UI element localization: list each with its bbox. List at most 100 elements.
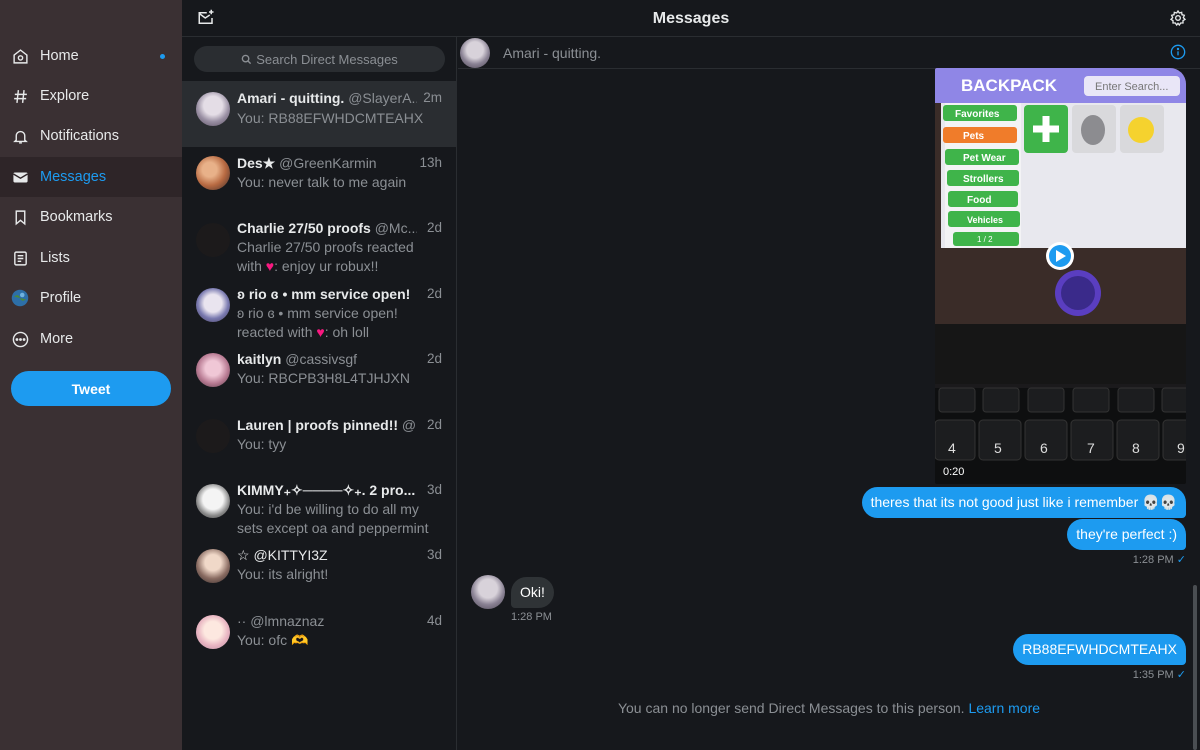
keyboard-key: 9 bbox=[1177, 440, 1185, 456]
conversation-preview: You: RBCPB3H8L4TJHJXN bbox=[237, 370, 411, 386]
heart-icon: ♥ bbox=[316, 324, 325, 340]
conversation-name: ·· @lmnaznaz bbox=[237, 613, 325, 629]
game-tab: Favorites bbox=[955, 109, 1000, 120]
conversation-item[interactable]: Des★ @GreenKarmin 13h You: never talk to… bbox=[182, 147, 457, 213]
profile-avatar bbox=[11, 289, 29, 307]
search-input[interactable]: Search Direct Messages bbox=[194, 46, 445, 72]
sidebar-item-home[interactable]: Home bbox=[0, 36, 182, 76]
conversation-preview: You: tyy bbox=[237, 436, 287, 452]
avatar bbox=[196, 92, 230, 126]
sidebar-item-label: Profile bbox=[40, 290, 82, 306]
conversation-preview: ʚ rio ɞ • mm service open! reacted with ♥… bbox=[237, 305, 398, 340]
chat-title: Amari - quitting. bbox=[503, 45, 602, 61]
hashtag-icon bbox=[11, 87, 29, 105]
envelope-icon bbox=[11, 168, 29, 186]
sidebar-item-label: Home bbox=[40, 48, 79, 64]
search-icon bbox=[241, 54, 252, 64]
sidebar-item-label: Bookmarks bbox=[40, 209, 113, 225]
avatar bbox=[196, 288, 230, 322]
conversation-name: Amari - quitting. @SlayerA... bbox=[237, 90, 417, 106]
sidebar-item-bookmarks[interactable]: Bookmarks bbox=[0, 197, 182, 237]
conversation-time: 2d bbox=[426, 286, 442, 301]
info-icon[interactable] bbox=[1170, 44, 1186, 65]
game-tab: Strollers bbox=[963, 174, 1004, 185]
dm-disabled-notice: You can no longer send Direct Messages t… bbox=[617, 700, 1041, 716]
learn-more-link[interactable]: Learn more bbox=[968, 700, 1040, 716]
conversation-preview: Charlie 27/50 proofs reacted with ♥: enjo… bbox=[237, 239, 414, 274]
sidebar-item-label: More bbox=[40, 331, 74, 347]
message-timestamp: 1:35 PM ✓ bbox=[1132, 669, 1186, 681]
conversation-time: 2d bbox=[426, 417, 442, 432]
sidebar-item-explore[interactable]: Explore bbox=[0, 76, 182, 116]
sidebar-item-notifications[interactable]: Notifications bbox=[0, 116, 182, 156]
conversation-item[interactable]: ☆ @KITTYI3Z 3d You: its alright! bbox=[182, 543, 457, 609]
conversation-time: 2d bbox=[426, 351, 442, 366]
conversation-time: 3d bbox=[426, 482, 442, 497]
sidebar-item-messages[interactable]: Messages bbox=[0, 157, 182, 197]
more-circle-icon bbox=[11, 330, 29, 348]
home-icon bbox=[11, 47, 29, 65]
sidebar-item-more[interactable]: More bbox=[0, 319, 182, 359]
conversation-time: 2d bbox=[426, 220, 442, 235]
heart-icon: ♥ bbox=[265, 258, 275, 274]
conversation-item[interactable]: ʚ rio ɞ • mm service open! 2d ʚ rio ɞ • … bbox=[182, 279, 457, 345]
video-attachment[interactable]: BACKPACK Enter Search... Favorites Pets … bbox=[935, 68, 1186, 484]
avatar bbox=[196, 223, 230, 257]
avatar[interactable] bbox=[460, 38, 490, 68]
video-duration: 0:20 bbox=[943, 466, 965, 478]
conversation-name: ʚ rio ɞ • mm service open! bbox=[237, 286, 411, 302]
game-tab: Vehicles bbox=[967, 215, 1003, 225]
keyboard-key: 4 bbox=[948, 440, 956, 456]
message-bubble[interactable]: they're perfect :) bbox=[1067, 519, 1186, 550]
chat-header: Amari - quitting. bbox=[458, 37, 1200, 69]
avatar bbox=[196, 549, 230, 583]
conversation-preview: You: RB88EFWHDCMTEAHX bbox=[237, 110, 424, 126]
scrollbar[interactable] bbox=[1193, 585, 1197, 750]
chat-panel: Amari - quitting. BACKPACK Enter Search.… bbox=[458, 37, 1200, 750]
conversation-name: Charlie 27/50 proofs @Mc... bbox=[237, 220, 417, 236]
conversation-item[interactable]: Amari - quitting. @SlayerA... 2m You: RB… bbox=[182, 81, 457, 147]
conversation-item[interactable]: Lauren | proofs pinned!! @... 2d You: ty… bbox=[182, 411, 457, 477]
conversation-time: 4d bbox=[426, 613, 442, 628]
game-search: Enter Search... bbox=[1095, 81, 1168, 93]
sidebar-item-lists[interactable]: Lists bbox=[0, 238, 182, 278]
conversation-time: 13h bbox=[419, 155, 442, 170]
sidebar-item-label: Messages bbox=[40, 169, 107, 185]
conversation-name: KIMMY₊✧────✧₊. 2 pro... bbox=[237, 482, 416, 498]
read-check-icon: ✓ bbox=[1176, 554, 1186, 566]
gear-icon[interactable] bbox=[1169, 9, 1187, 31]
conversation-list: Search Direct Messages Amari - quitting.… bbox=[182, 37, 457, 750]
game-tab: Pets bbox=[963, 131, 985, 142]
avatar bbox=[196, 156, 230, 190]
sidebar-item-label: Lists bbox=[40, 250, 70, 266]
tweet-button[interactable]: Tweet bbox=[11, 371, 171, 406]
unread-dot bbox=[160, 54, 165, 59]
conversation-name: Des★ @GreenKarmin bbox=[237, 155, 377, 171]
avatar[interactable] bbox=[471, 575, 505, 609]
message-bubble[interactable]: theres that its not good just like i rem… bbox=[861, 487, 1186, 518]
conversation-preview: You: its alright! bbox=[237, 566, 329, 582]
conversation-item[interactable]: kaitlyn @cassivsgf 2d You: RBCPB3H8L4TJH… bbox=[182, 345, 457, 411]
game-pager: 1 / 2 bbox=[977, 235, 993, 244]
conversation-item[interactable]: ·· @lmnaznaz 4d You: ofc 🫶 bbox=[182, 609, 457, 675]
game-tab: Pet Wear bbox=[963, 153, 1006, 164]
message-bubble[interactable]: Oki! bbox=[511, 577, 554, 608]
game-title: BACKPACK bbox=[961, 76, 1058, 95]
conversation-item[interactable]: Charlie 27/50 proofs @Mc... 2d Charlie 2… bbox=[182, 213, 457, 279]
top-bar: Messages bbox=[182, 0, 1200, 37]
conversation-preview: You: ofc 🫶 bbox=[237, 632, 309, 648]
message-bubble[interactable]: RB88EFWHDCMTEAHX bbox=[1013, 634, 1186, 665]
conversation-time: 3d bbox=[426, 547, 442, 562]
sidebar-item-profile[interactable]: Profile bbox=[0, 278, 182, 318]
bell-icon bbox=[11, 127, 29, 145]
video-thumbnail: BACKPACK Enter Search... Favorites Pets … bbox=[935, 68, 1186, 484]
keyboard-key: 7 bbox=[1087, 440, 1095, 456]
message-timestamp: 1:28 PM bbox=[511, 611, 552, 623]
avatar bbox=[196, 484, 230, 518]
bookmark-icon bbox=[11, 208, 29, 226]
conversation-name: ☆ @KITTYI3Z bbox=[237, 547, 328, 563]
conversation-item[interactable]: KIMMY₊✧────✧₊. 2 pro... 3d You: i'd be w… bbox=[182, 477, 457, 543]
sidebar-item-label: Notifications bbox=[40, 128, 119, 144]
avatar bbox=[196, 615, 230, 649]
keyboard-key: 5 bbox=[994, 440, 1002, 456]
